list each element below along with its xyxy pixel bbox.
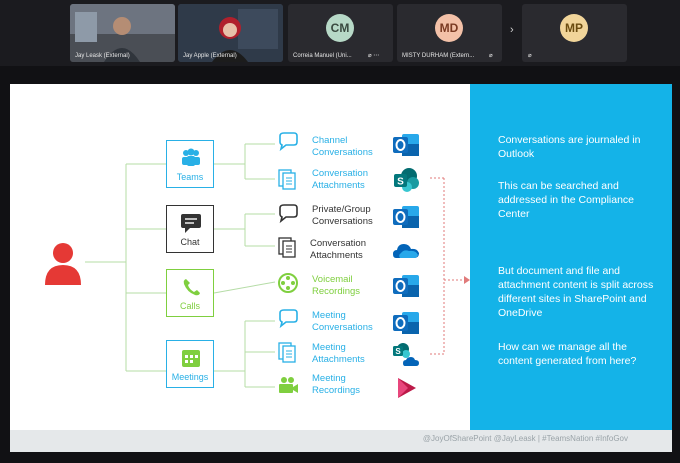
chat-bubbles-icon: [279, 204, 298, 224]
row-label: Conversation Attachments: [312, 168, 402, 192]
panel-paragraph: But document and file and attachment con…: [498, 265, 654, 319]
category-label: Teams: [176, 172, 204, 182]
chat-bubbles-icon: [279, 132, 298, 152]
phone-icon: [183, 279, 200, 296]
calendar-icon: [182, 350, 200, 367]
video-camera-icon: [279, 377, 298, 393]
slide-footer: @JoyOfSharePoint @JayLeask | #TeamsNatio…: [10, 430, 672, 452]
participant-strip: Jay Leask (External) Jay Apple (External…: [0, 0, 680, 66]
participant-name: MISTY DURHAM (Extern...: [402, 53, 475, 59]
outlook-icon: [393, 275, 419, 297]
row-label-line: Voicemail: [312, 274, 353, 285]
outlook-icon: [393, 312, 419, 334]
participant-name: Correia Manuel (Uni...: [293, 53, 352, 59]
shared-slide: Teams Chat Calls Meetings Channel Conver…: [10, 84, 672, 452]
category-chat: Chat: [166, 205, 214, 253]
row-label-line: Attachments: [310, 250, 363, 261]
row-label-line: Channel: [312, 135, 348, 146]
participant-avatar-tile[interactable]: CM Correia Manuel (Uni... ⌀ ⋯: [288, 4, 393, 62]
row-label-line: Attachments: [312, 180, 365, 191]
row-label: Meeting Attachments: [312, 342, 402, 366]
row-label: Conversation Attachments: [310, 238, 400, 262]
panel-paragraph: How can we manage all the content genera…: [498, 341, 637, 367]
category-meetings: Meetings: [166, 340, 214, 388]
onedrive-icon: [393, 244, 419, 258]
participant-name: Jay Leask (External): [75, 53, 130, 59]
category-teams: Teams: [166, 140, 214, 188]
row-label-line: Conversation: [310, 238, 366, 249]
row-label-line: Meeting: [312, 310, 346, 321]
film-reel-icon: [278, 273, 298, 293]
chat-icon: [181, 214, 201, 233]
row-label-line: Recordings: [312, 286, 361, 297]
documents-icon: [278, 237, 296, 258]
row-label-line: Conversations: [312, 147, 373, 158]
row-label-line: Meeting: [312, 342, 346, 353]
row-label: Voicemail Recordings: [312, 274, 402, 298]
row-label-line: Conversation: [312, 168, 368, 179]
row-label: Meeting Recordings: [312, 373, 402, 397]
participant-video-tile[interactable]: Jay Apple (External): [178, 4, 283, 62]
row-label-line: Recordings: [312, 385, 361, 396]
category-calls: Calls: [166, 269, 214, 317]
category-label: Meetings: [171, 372, 209, 382]
participant-avatar-tile[interactable]: MD MISTY DURHAM (Extern... ⌀: [397, 4, 502, 62]
avatar: MD: [435, 14, 463, 42]
panel-paragraph: Conversations are journaled in Outlook: [498, 134, 641, 160]
sharepoint-onedrive-icon: S: [393, 343, 419, 366]
sharepoint-icon: S: [394, 168, 419, 192]
chat-bubbles-icon: [279, 309, 298, 329]
avatar: CM: [326, 14, 354, 42]
mic-muted-icon: ⌀ ⋯: [368, 53, 380, 59]
category-label: Chat: [180, 237, 200, 247]
row-label: Channel Conversations: [312, 135, 402, 159]
row-label-line: Meeting: [312, 373, 346, 384]
summary-panel: Conversations are journaled in Outlook T…: [470, 84, 672, 430]
row-label: Meeting Conversations: [312, 310, 402, 334]
outlook-icon: [393, 134, 419, 156]
row-label-line: Attachments: [312, 354, 365, 365]
chevron-right-icon[interactable]: ›: [510, 24, 514, 36]
participant-avatar-tile[interactable]: MP ⌀: [522, 4, 627, 62]
teams-icon: [182, 148, 200, 166]
row-label: Private/Group Conversations: [312, 204, 402, 228]
stream-icon: [398, 378, 416, 398]
footer-hashtags: @JoyOfSharePoint @JayLeask | #TeamsNatio…: [422, 434, 628, 443]
mic-muted-icon: ⌀: [528, 53, 532, 59]
avatar: MP: [560, 14, 588, 42]
row-label-line: Conversations: [312, 216, 373, 227]
documents-icon: [278, 342, 296, 363]
documents-icon: [278, 169, 296, 190]
participant-name: Jay Apple (External): [183, 53, 237, 59]
mic-muted-icon: ⌀: [489, 53, 493, 59]
outlook-icon: [393, 206, 419, 228]
participant-video-tile[interactable]: Jay Leask (External): [70, 4, 175, 62]
person-icon: [45, 243, 81, 285]
svg-text:S: S: [395, 347, 401, 356]
svg-text:S: S: [397, 177, 404, 188]
category-label: Calls: [179, 301, 200, 311]
row-label-line: Conversations: [312, 322, 373, 333]
row-label-line: Private/Group: [312, 204, 371, 215]
panel-paragraph: This can be searched and addressed in th…: [498, 180, 634, 220]
